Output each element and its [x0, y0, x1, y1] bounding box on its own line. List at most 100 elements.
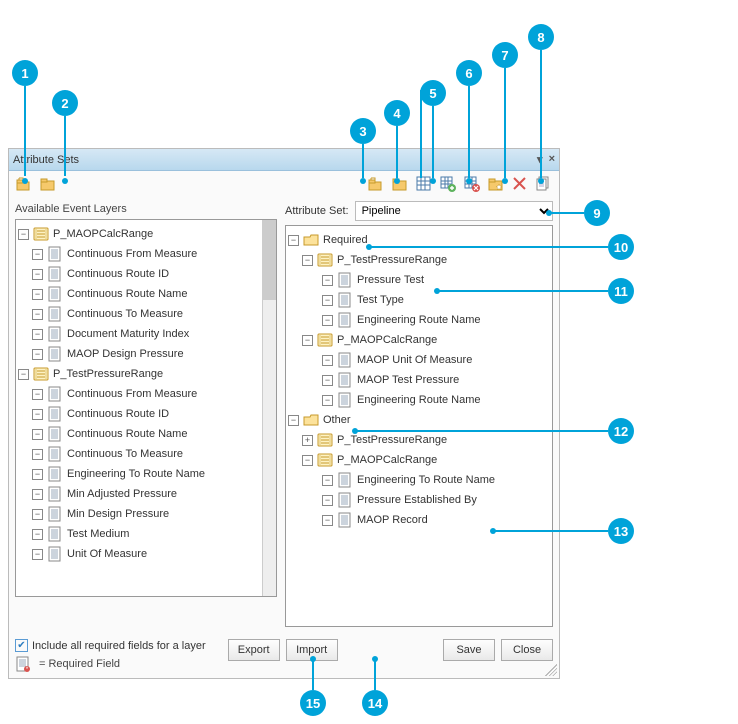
collapse-toggle[interactable]: − — [32, 289, 43, 300]
collapse-toggle[interactable]: − — [32, 469, 43, 480]
tree-leaf[interactable]: − Pressure Established By — [288, 490, 550, 510]
remove-from-set-button[interactable] — [463, 175, 481, 193]
tree-folder-other[interactable]: − Other — [288, 410, 550, 430]
attribute-set-tree[interactable]: − Required − P_TestPressureRange − Press… — [285, 225, 553, 627]
tree-leaf[interactable]: − Test Type — [288, 290, 550, 310]
tree-leaf[interactable]: − Min Design Pressure — [18, 504, 274, 524]
collapse-toggle[interactable]: − — [32, 269, 43, 280]
tree-leaf[interactable]: − MAOP Test Pressure — [288, 370, 550, 390]
delete-button[interactable] — [511, 175, 529, 193]
tree-group[interactable]: − P_TestPressureRange — [288, 250, 550, 270]
collapse-toggle[interactable]: − — [32, 509, 43, 520]
tree-group[interactable]: − P_MAOPCalcRange — [18, 224, 274, 244]
field-icon — [47, 346, 63, 362]
collapse-toggle[interactable]: − — [32, 329, 43, 340]
attribute-set-select[interactable]: Pipeline — [355, 201, 553, 221]
collapse-toggle[interactable]: − — [32, 449, 43, 460]
collapse-toggle[interactable]: − — [302, 255, 313, 266]
collapse-toggle[interactable]: − — [18, 229, 29, 240]
collapse-all-right-button[interactable] — [391, 175, 409, 193]
collapse-all-left-button[interactable] — [39, 175, 57, 193]
collapse-toggle[interactable]: − — [32, 549, 43, 560]
tree-leaf[interactable]: − Document Maturity Index — [18, 324, 274, 344]
save-button[interactable]: Save — [443, 639, 495, 661]
collapse-toggle[interactable]: − — [322, 315, 333, 326]
collapse-toggle[interactable]: − — [322, 375, 333, 386]
field-icon — [337, 472, 353, 488]
copy-set-button[interactable] — [535, 175, 553, 193]
tree-leaf[interactable]: − Continuous To Measure — [18, 304, 274, 324]
collapse-toggle[interactable]: − — [302, 455, 313, 466]
field-icon — [47, 526, 63, 542]
expand-all-right-button[interactable] — [367, 175, 385, 193]
tree-leaf[interactable]: − Continuous From Measure — [18, 244, 274, 264]
available-layers-tree[interactable]: − P_MAOPCalcRange − Continuous From Meas… — [15, 219, 277, 597]
collapse-toggle[interactable]: − — [32, 489, 43, 500]
close-button[interactable]: Close — [501, 639, 553, 661]
collapse-toggle[interactable]: − — [322, 515, 333, 526]
tree-leaf[interactable]: − Unit Of Measure — [18, 544, 274, 564]
collapse-toggle[interactable]: − — [302, 335, 313, 346]
collapse-toggle[interactable]: − — [322, 275, 333, 286]
resize-grip[interactable] — [545, 664, 557, 676]
tree-leaf[interactable]: − Continuous Route Name — [18, 424, 274, 444]
tree-group[interactable]: − P_MAOPCalcRange — [288, 450, 550, 470]
tree-leaf[interactable]: − Continuous To Measure — [18, 444, 274, 464]
layer-icon — [317, 452, 333, 468]
tree-leaf[interactable]: − Continuous Route Name — [18, 284, 274, 304]
callout-13: 13 — [608, 518, 634, 544]
field-icon — [337, 492, 353, 508]
collapse-toggle[interactable]: − — [32, 309, 43, 320]
tree-leaf[interactable]: − Min Adjusted Pressure — [18, 484, 274, 504]
include-required-checkbox[interactable]: ✔ — [15, 639, 28, 652]
collapse-toggle[interactable]: − — [322, 475, 333, 486]
collapse-toggle[interactable]: − — [322, 355, 333, 366]
scrollbar[interactable] — [262, 220, 276, 596]
field-icon — [47, 486, 63, 502]
folder-open-icon — [303, 232, 319, 248]
collapse-toggle[interactable]: − — [322, 295, 333, 306]
collapse-toggle[interactable]: − — [32, 249, 43, 260]
callout-6: 6 — [456, 60, 482, 86]
collapse-toggle[interactable]: − — [288, 415, 299, 426]
collapse-toggle[interactable]: − — [288, 235, 299, 246]
tree-leaf[interactable]: − Engineering To Route Name — [18, 464, 274, 484]
required-legend-label: = Required Field — [39, 658, 120, 670]
tree-leaf[interactable]: − Pressure Test — [288, 270, 550, 290]
folder-open-icon — [303, 412, 319, 428]
add-to-set-button[interactable] — [439, 175, 457, 193]
collapse-toggle[interactable]: − — [32, 429, 43, 440]
tree-leaf[interactable]: − Continuous Route ID — [18, 404, 274, 424]
tree-leaf[interactable]: − Test Medium — [18, 524, 274, 544]
tree-leaf[interactable]: − Engineering Route Name — [288, 390, 550, 410]
layer-icon — [317, 252, 333, 268]
titlebar[interactable]: Attribute Sets ▾ × — [9, 149, 559, 171]
callout-3: 3 — [350, 118, 376, 144]
collapse-toggle[interactable]: − — [32, 529, 43, 540]
title-text: Attribute Sets — [13, 154, 537, 166]
expand-toggle[interactable]: + — [302, 435, 313, 446]
field-icon — [47, 406, 63, 422]
tree-group[interactable]: − P_TestPressureRange — [18, 364, 274, 384]
tree-group[interactable]: + P_TestPressureRange — [288, 430, 550, 450]
tree-leaf[interactable]: − Continuous Route ID — [18, 264, 274, 284]
tree-leaf[interactable]: − MAOP Record — [288, 510, 550, 530]
collapse-toggle[interactable]: − — [32, 389, 43, 400]
collapse-toggle[interactable]: − — [32, 409, 43, 420]
field-icon — [337, 372, 353, 388]
collapse-toggle[interactable]: − — [32, 349, 43, 360]
tree-leaf[interactable]: − Engineering Route Name — [288, 310, 550, 330]
tree-leaf[interactable]: − Engineering To Route Name — [288, 470, 550, 490]
collapse-toggle[interactable]: − — [18, 369, 29, 380]
tree-leaf[interactable]: − MAOP Design Pressure — [18, 344, 274, 364]
tree-leaf[interactable]: − MAOP Unit Of Measure — [288, 350, 550, 370]
layer-icon — [317, 432, 333, 448]
close-icon[interactable]: × — [549, 153, 555, 166]
callout-12: 12 — [608, 418, 634, 444]
collapse-toggle[interactable]: − — [322, 395, 333, 406]
tree-leaf[interactable]: − Continuous From Measure — [18, 384, 274, 404]
tree-group[interactable]: − P_MAOPCalcRange — [288, 330, 550, 350]
export-button[interactable]: Export — [228, 639, 280, 661]
field-icon — [337, 292, 353, 308]
collapse-toggle[interactable]: − — [322, 495, 333, 506]
